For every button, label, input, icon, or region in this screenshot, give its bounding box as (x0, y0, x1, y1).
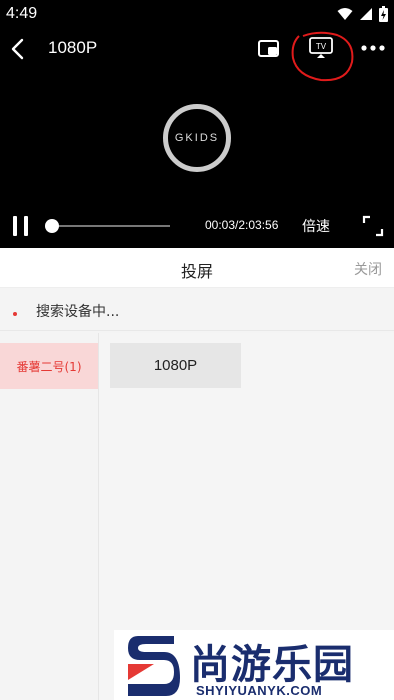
cast-panel-title: 投屏 (180, 262, 213, 281)
status-icons (337, 6, 388, 22)
video-player[interactable]: 4:49 1080P TV GKIDS 00:03/2:03:56 倍速 (0, 0, 394, 248)
gkids-logo: GKIDS (163, 104, 231, 172)
brand-name-en: SHYIYUANYK.COM (196, 683, 323, 698)
player-controls: 00:03/2:03:56 倍速 (0, 208, 394, 244)
brand-logo-icon (128, 636, 180, 696)
cast-tv-icon[interactable]: TV (307, 35, 335, 61)
speed-button[interactable]: 倍速 (302, 216, 330, 236)
player-top-bar: 1080P TV (0, 30, 394, 70)
video-title: 1080P (48, 38, 98, 57)
brand-name-cn: 尚游乐园 (190, 642, 354, 688)
device-search-status: 搜索设备中... (0, 289, 394, 331)
progress-bar[interactable] (45, 219, 170, 233)
watermark: 尚游乐园 SHYIYUANYK.COM (114, 630, 394, 700)
device-list: 番薯二号(1) (0, 333, 98, 700)
battery-icon (379, 6, 388, 22)
cast-panel-header: 投屏 关闭 (0, 248, 394, 288)
quality-option-button[interactable]: 1080P (110, 343, 241, 388)
fullscreen-icon[interactable] (361, 214, 385, 238)
pip-icon[interactable] (256, 36, 282, 62)
loading-indicator-icon (13, 312, 17, 316)
progress-thumb[interactable] (45, 219, 60, 233)
status-time: 4:49 (6, 5, 38, 22)
logo-text: GKIDS (174, 132, 220, 144)
signal-icon (360, 8, 372, 20)
time-readout: 00:03/2:03:56 (205, 218, 279, 232)
cast-icon-label: TV (316, 42, 327, 51)
wifi-icon (337, 8, 353, 20)
search-status-text: 搜索设备中... (36, 304, 120, 320)
status-bar: 4:49 (0, 0, 394, 28)
close-button[interactable]: 关闭 (354, 259, 382, 279)
more-icon[interactable] (360, 38, 386, 58)
back-icon[interactable] (6, 36, 32, 62)
pause-icon[interactable] (10, 214, 32, 238)
device-item[interactable]: 番薯二号(1) (0, 343, 98, 389)
